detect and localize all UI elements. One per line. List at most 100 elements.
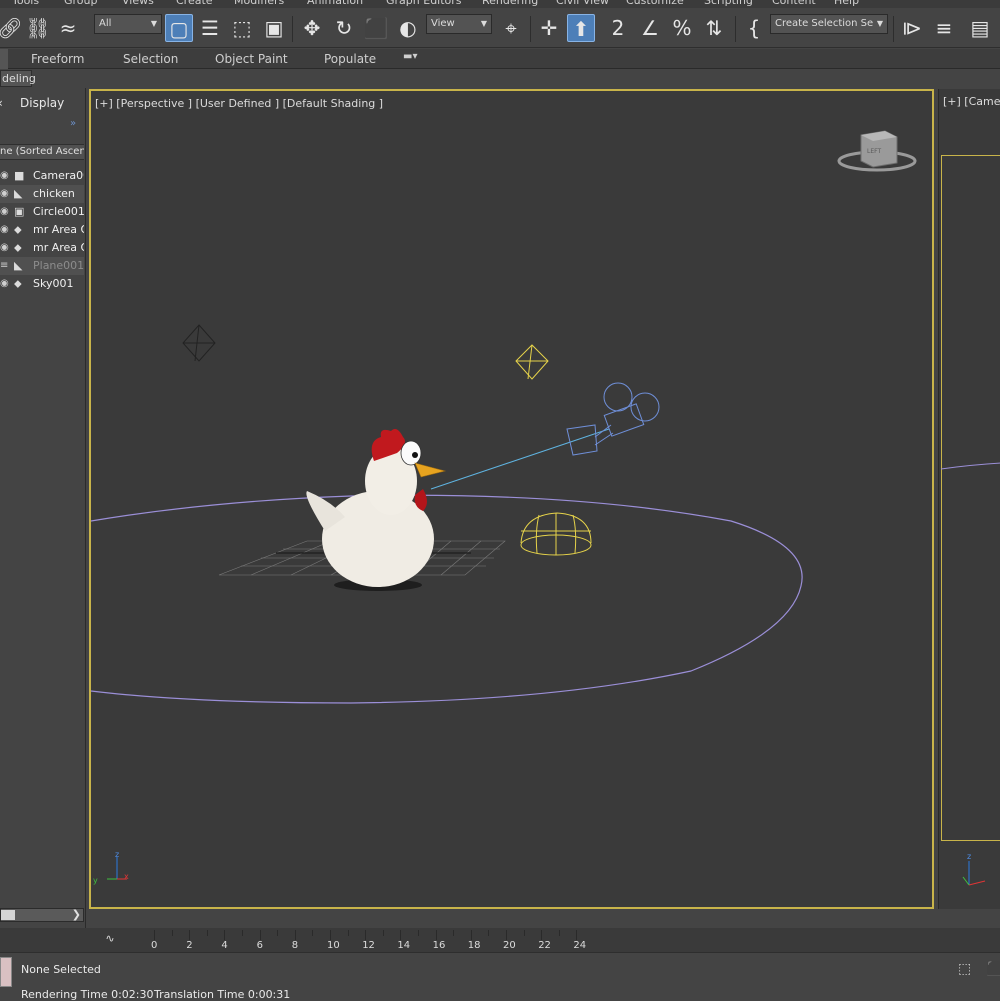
camera-viewport-canvas[interactable]: z xyxy=(939,89,1000,909)
named-selection-set-dropdown[interactable]: Create Selection Se ▼ xyxy=(770,14,888,34)
menu-item[interactable]: Graph Editors xyxy=(386,0,462,7)
curve-editor-toggle-icon[interactable]: ∿ xyxy=(100,932,120,948)
link-icon[interactable]: 🔗︎ xyxy=(0,14,24,42)
viewcube[interactable]: LEFT xyxy=(837,130,917,172)
eye-icon[interactable]: ◉ xyxy=(0,203,12,221)
explorer-row[interactable]: ◉⬥ mr Area Omni002 xyxy=(0,239,84,257)
menu-item[interactable]: Rendering xyxy=(482,0,538,7)
viewcube-face-label[interactable]: LEFT xyxy=(867,148,881,155)
move-icon[interactable]: ✥ xyxy=(298,14,326,42)
circle-spline[interactable] xyxy=(91,494,803,704)
window-crossing-icon[interactable]: ▣ xyxy=(260,14,288,42)
angle-snap-icon[interactable]: ∠ xyxy=(636,14,664,42)
layers-icon[interactable]: ≡ xyxy=(0,257,12,275)
reference-coordinate-dropdown[interactable]: View ▼ xyxy=(426,14,492,34)
selection-lock-icon[interactable]: ⬛ xyxy=(986,961,1000,977)
timeline-tick xyxy=(576,930,578,940)
chevron-right-icon[interactable]: ❯ xyxy=(72,908,81,921)
place-icon[interactable]: ◐ xyxy=(394,14,422,42)
tab-freeform[interactable]: Freeform xyxy=(31,52,84,66)
expand-chevrons-icon[interactable]: » xyxy=(70,118,76,129)
timeline-tick xyxy=(365,930,367,940)
timeline-tick xyxy=(453,930,455,936)
ribbon-subtab-modeling[interactable]: deling xyxy=(0,70,36,87)
named-selection-set-value: Create Selection Se xyxy=(775,18,874,29)
timeline-tick xyxy=(224,930,226,940)
timeline-frame-label: 16 xyxy=(432,940,446,951)
menu-item[interactable]: Civil View xyxy=(556,0,609,7)
rendering-time-readout: Rendering Time 0:02:30 xyxy=(21,988,154,1001)
eye-icon[interactable]: ◉ xyxy=(0,221,12,239)
explorer-row[interactable]: ◉⬥ mr Area Omni001 xyxy=(0,221,84,239)
selection-filter-value: All xyxy=(99,18,112,29)
spinner-snap-icon[interactable]: ⇅ xyxy=(700,14,728,42)
snaps-toggle-icon[interactable]: 2 xyxy=(604,14,632,42)
timeline-tick xyxy=(506,930,507,940)
tab-selection[interactable]: Selection xyxy=(123,52,178,66)
timeline-tick xyxy=(294,930,296,940)
rectangular-selection-icon[interactable]: ⬚ xyxy=(228,14,256,42)
scale-icon[interactable]: ⬛ xyxy=(362,14,390,42)
area-omni-light-2[interactable] xyxy=(515,344,549,380)
menu-item[interactable]: Content xyxy=(772,0,816,7)
isolate-selection-icon[interactable]: ⬚ xyxy=(958,961,971,977)
explorer-tab-edge[interactable]: ‹ xyxy=(0,96,3,110)
timeline-frame-label: 4 xyxy=(221,940,228,951)
eye-icon[interactable]: ◉ xyxy=(0,275,12,293)
menu-item[interactable]: Animation xyxy=(307,0,363,7)
explorer-horizontal-scrollbar[interactable]: ❯ xyxy=(0,908,84,922)
ribbon-options-icon[interactable]: ▬▾ xyxy=(403,51,417,62)
scrollbar-thumb[interactable] xyxy=(1,910,15,920)
chicken-model[interactable] xyxy=(306,429,447,591)
menu-item[interactable]: Group xyxy=(64,0,98,7)
pivot-center-icon[interactable]: ⌖ xyxy=(497,14,525,42)
timeline-frame-label: 24 xyxy=(573,940,587,951)
menu-item[interactable]: Create xyxy=(176,0,213,7)
rotate-icon[interactable]: ↻ xyxy=(330,14,358,42)
tab-object-paint[interactable]: Object Paint xyxy=(215,52,288,66)
camera-viewport[interactable]: [+] [Camera z xyxy=(938,89,1000,909)
explorer-row-label: Sky001 xyxy=(33,277,74,290)
camera-object[interactable] xyxy=(566,382,660,456)
percent-snap-icon[interactable]: % xyxy=(668,14,696,42)
select-manipulate-icon[interactable]: ✛ xyxy=(535,14,563,42)
perspective-viewport[interactable]: [+] [Perspective ] [User Defined ] [Defa… xyxy=(89,89,934,909)
explorer-row[interactable]: ◉■ Camera001 xyxy=(0,167,84,185)
menu-item[interactable]: Views xyxy=(122,0,154,7)
tab-populate[interactable]: Populate xyxy=(324,52,376,66)
select-object-icon[interactable]: ▢ xyxy=(165,14,193,42)
explorer-row[interactable]: ◉ ◣ chicken xyxy=(0,185,84,203)
explorer-tab-display[interactable]: Display xyxy=(20,96,64,110)
menu-item[interactable]: Scripting xyxy=(704,0,753,7)
selection-filter-dropdown[interactable]: All ▼ xyxy=(94,14,162,34)
layer-explorer-icon[interactable]: ▤ xyxy=(966,14,994,42)
track-bar[interactable]: ∿ 0 2 4 6 8 10 12 14 16 18 20 22 24 xyxy=(0,928,1000,952)
timeline-tick xyxy=(189,930,191,940)
explorer-row[interactable]: ◉ ⬥ Sky001 xyxy=(0,275,84,293)
explorer-row[interactable]: ◉ ▣ Circle001 xyxy=(0,203,84,221)
sky-light-dome[interactable] xyxy=(520,512,592,556)
eye-icon[interactable]: ◉ xyxy=(0,185,12,203)
explorer-row[interactable]: ≡ ◣ Plane001 xyxy=(0,257,84,275)
keyboard-shortcut-override-icon[interactable]: ⬆ xyxy=(567,14,595,42)
edit-named-selection-icon[interactable]: { xyxy=(740,14,768,42)
select-by-name-icon[interactable]: ☰ xyxy=(196,14,224,42)
explorer-column-header[interactable]: ne (Sorted Ascend xyxy=(0,144,84,160)
rendering-time-label: Rendering Time xyxy=(21,988,108,1001)
eye-icon[interactable]: ◉ xyxy=(0,167,12,185)
area-omni-light-1[interactable] xyxy=(182,324,216,362)
eye-icon[interactable]: ◉ xyxy=(0,239,12,257)
menu-item[interactable]: Customize xyxy=(626,0,684,7)
menu-item[interactable]: Modifiers xyxy=(234,0,284,7)
unlink-icon[interactable]: ⛓ xyxy=(24,14,52,42)
ribbon-tab-modeling-edge[interactable] xyxy=(0,49,8,69)
status-bar: None Selected Rendering Time 0:02:30 Tra… xyxy=(0,952,1000,1001)
maxscript-listener-swatch[interactable] xyxy=(0,957,12,987)
align-icon[interactable]: ≡ xyxy=(930,14,958,42)
menu-item[interactable]: Tools xyxy=(12,0,39,7)
bind-space-warp-icon[interactable]: ≈ xyxy=(54,14,82,42)
menu-item[interactable]: Help xyxy=(834,0,859,7)
mirror-icon[interactable]: ⧐ xyxy=(898,14,926,42)
ribbon-subtab-bar: deling xyxy=(0,70,1000,88)
viewport-canvas[interactable]: LEFT z x y xyxy=(91,91,932,907)
